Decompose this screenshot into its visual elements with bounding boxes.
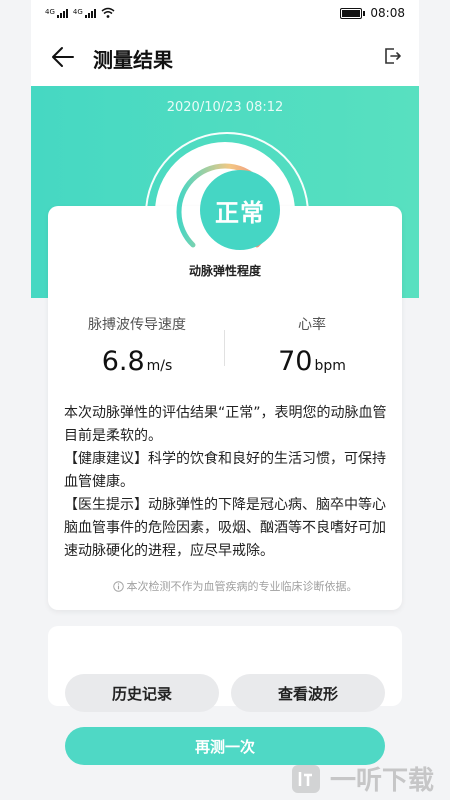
heart-rate-unit: bpm (314, 358, 346, 374)
view-waveform-button[interactable]: 查看波形 (231, 674, 385, 712)
pwv-metric: 脉搏波传导速度 6.8 m/s (52, 314, 222, 377)
heart-rate-metric: 心率 70 bpm (227, 314, 397, 377)
page-title: 测量结果 (93, 48, 173, 72)
back-arrow-icon[interactable] (49, 43, 77, 71)
exit-icon[interactable] (381, 45, 403, 67)
disclaimer: 本次检测不作为血管疾病的专业临床诊断依据。 (31, 578, 419, 594)
heart-rate-value: 70 bpm (278, 346, 346, 377)
result-summary: 本次动脉弹性的评估结果“正常”，表明您的动脉血管目前是柔软的。 (64, 405, 387, 444)
heart-rate-label: 心率 (298, 317, 326, 333)
gauge-label: 动脉弹性程度 (188, 264, 261, 278)
battery-icon (340, 7, 366, 19)
signal-icon: 4G (45, 9, 68, 18)
watermark: 一听下载 (290, 760, 434, 797)
disclaimer-text: 本次检测不作为血管疾病的专业临床诊断依据。 (126, 580, 358, 593)
measurement-datetime: 2020/10/23 08:12 (166, 100, 284, 115)
header: 测量结果 (31, 28, 419, 86)
result-description: 本次动脉弹性的评估结果“正常”，表明您的动脉血管目前是柔软的。 【健康建议】科学… (64, 402, 394, 563)
result-status-circle: 正常 (200, 170, 280, 250)
doctor-tip: 【医生提示】动脉弹性的下降是冠心病、脑卒中等心脑血管事件的危险因素，吸烟、酗酒等… (64, 497, 386, 559)
watermark-text: 一听下载 (330, 766, 435, 796)
watermark-logo-icon (292, 764, 320, 793)
status-bar: 4G 4G 08:08 (31, 0, 419, 28)
history-button[interactable]: 历史记录 (65, 674, 219, 712)
signal-icon: 4G (73, 9, 96, 18)
phone-screen: 4G 4G 08:08 测量结果 2020/10/23 08:12 正常 动脉弹… (31, 0, 419, 800)
status-time: 08:08 (370, 6, 405, 20)
info-icon (112, 580, 124, 592)
metric-divider (224, 330, 225, 366)
wifi-icon (101, 7, 115, 18)
pwv-label: 脉搏波传导速度 (88, 317, 186, 333)
pwv-value: 6.8 m/s (101, 346, 173, 377)
pwv-unit: m/s (146, 358, 173, 374)
health-advice: 【健康建议】科学的饮食和良好的生活习惯，可保持血管健康。 (64, 451, 386, 490)
